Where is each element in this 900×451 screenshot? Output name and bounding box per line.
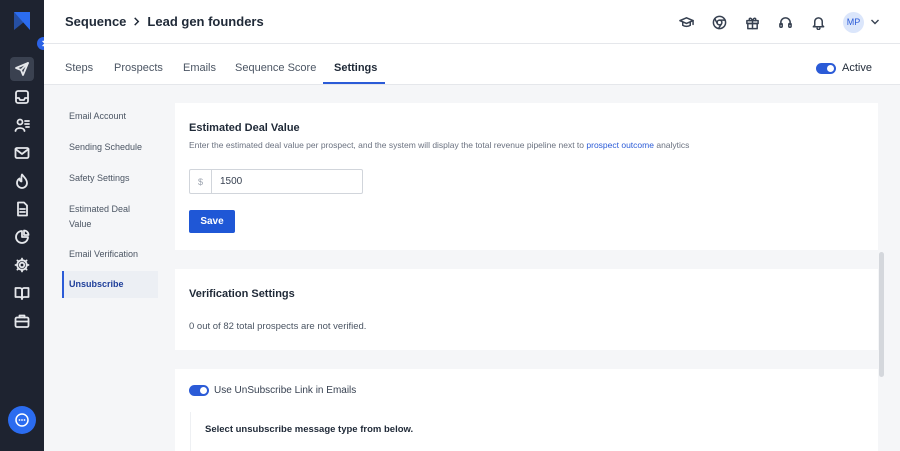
rail-emails[interactable] bbox=[10, 141, 34, 165]
currency-symbol: $ bbox=[190, 170, 212, 193]
chrome-icon bbox=[712, 15, 727, 29]
settings-nav-email-verification[interactable]: Email Verification bbox=[62, 247, 158, 262]
deal-value-card: Estimated Deal Value Enter the estimated… bbox=[175, 103, 878, 250]
bell-icon bbox=[812, 16, 825, 30]
unsubscribe-link-toggle[interactable] bbox=[189, 385, 209, 396]
page-title: Lead gen founders bbox=[147, 14, 264, 29]
avatar[interactable]: MP bbox=[843, 11, 864, 33]
pie-chart-icon bbox=[15, 229, 30, 244]
unsubscribe-card: Use UnSubscribe Link in Emails Select un… bbox=[175, 369, 878, 451]
unsubscribe-toggle-row: Use UnSubscribe Link in Emails bbox=[189, 385, 356, 396]
prospect-outcome-link[interactable]: prospect outcome bbox=[586, 140, 654, 150]
settings-nav-estimated-deal-value[interactable]: Estimated Deal Value bbox=[62, 202, 142, 232]
sequence-status-label: Active bbox=[842, 62, 872, 74]
sequence-active-toggle[interactable] bbox=[816, 62, 837, 74]
verification-status: 0 out of 82 total prospects are not veri… bbox=[189, 321, 367, 332]
deal-value-input-group: $ bbox=[189, 169, 363, 194]
verification-title: Verification Settings bbox=[189, 288, 295, 300]
header-actions: MP bbox=[670, 11, 880, 33]
chrome-extension-button[interactable] bbox=[703, 11, 736, 33]
sequence-status: Active bbox=[816, 62, 872, 74]
graduation-cap-icon bbox=[679, 16, 694, 27]
unsubscribe-toggle-label: Use UnSubscribe Link in Emails bbox=[214, 385, 357, 396]
inbox-icon bbox=[15, 90, 29, 104]
briefcase-icon bbox=[14, 314, 30, 328]
settings-nav-unsubscribe[interactable]: Unsubscribe bbox=[62, 271, 158, 298]
deal-value-title: Estimated Deal Value bbox=[189, 122, 300, 134]
unsubscribe-message-title: Select unsubscribe message type from bel… bbox=[205, 424, 414, 435]
academy-button[interactable] bbox=[670, 11, 703, 33]
chevron-down-icon[interactable] bbox=[870, 17, 880, 27]
rail-sequences[interactable] bbox=[10, 57, 34, 81]
deal-value-input[interactable] bbox=[212, 170, 362, 193]
notifications-button[interactable] bbox=[802, 11, 835, 33]
flame-icon bbox=[16, 173, 28, 189]
support-button[interactable] bbox=[769, 11, 802, 33]
tab-settings[interactable]: Settings bbox=[334, 62, 377, 74]
tab-emails[interactable]: Emails bbox=[183, 62, 216, 74]
rail-templates[interactable] bbox=[10, 197, 34, 221]
content-scrollbar[interactable] bbox=[879, 252, 884, 377]
gift-icon bbox=[746, 17, 759, 29]
tab-steps[interactable]: Steps bbox=[65, 62, 93, 74]
mail-check-icon bbox=[14, 147, 30, 159]
top-header: Sequence Lead gen founders MP bbox=[44, 0, 900, 44]
rail-warmup[interactable] bbox=[10, 169, 34, 193]
rail-inbox[interactable] bbox=[10, 85, 34, 109]
rail-knowledge[interactable] bbox=[10, 281, 34, 305]
left-rail bbox=[0, 0, 50, 451]
breadcrumb: Sequence Lead gen founders bbox=[65, 14, 264, 29]
rail-reports[interactable] bbox=[10, 225, 34, 249]
users-icon bbox=[14, 118, 30, 132]
chat-icon bbox=[15, 413, 29, 427]
rail-agency[interactable] bbox=[10, 309, 34, 333]
document-icon bbox=[17, 201, 28, 217]
active-tab-indicator bbox=[323, 82, 385, 84]
settings-nav-email-account[interactable]: Email Account bbox=[62, 109, 158, 124]
tab-sequence-score[interactable]: Sequence Score bbox=[235, 62, 316, 74]
send-icon bbox=[15, 62, 29, 76]
save-button[interactable]: Save bbox=[189, 210, 235, 233]
rail-prospects[interactable] bbox=[10, 113, 34, 137]
deal-value-description: Enter the estimated deal value per prosp… bbox=[189, 140, 690, 150]
rail-settings[interactable] bbox=[10, 253, 34, 277]
gifts-button[interactable] bbox=[736, 11, 769, 33]
settings-nav-sending-schedule[interactable]: Sending Schedule bbox=[62, 140, 158, 155]
support-chat-button[interactable] bbox=[8, 406, 36, 434]
chevron-right-icon bbox=[134, 17, 140, 26]
headset-icon bbox=[779, 16, 792, 28]
app-logo[interactable] bbox=[12, 10, 32, 32]
sequence-tabs: Steps Prospects Emails Sequence Score Se… bbox=[44, 44, 900, 85]
settings-nav-safety-settings[interactable]: Safety Settings bbox=[62, 171, 158, 186]
book-open-icon bbox=[14, 287, 30, 300]
breadcrumb-sequence[interactable]: Sequence bbox=[65, 14, 126, 29]
verification-card: Verification Settings 0 out of 82 total … bbox=[175, 269, 878, 350]
tab-prospects[interactable]: Prospects bbox=[114, 62, 163, 74]
gear-icon bbox=[14, 257, 30, 273]
unsubscribe-message-panel: Select unsubscribe message type from bel… bbox=[190, 412, 878, 451]
